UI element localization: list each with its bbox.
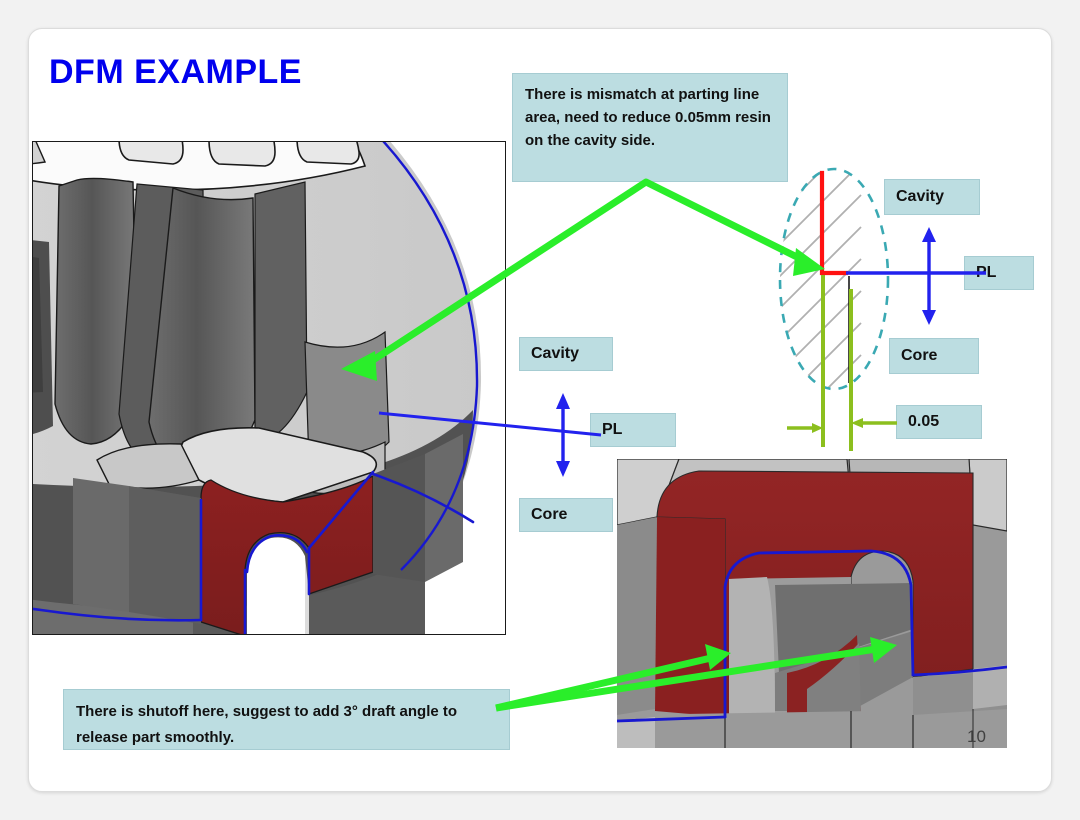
right-pl-arrowheads <box>922 227 936 325</box>
section-highlight-ellipse <box>778 167 890 391</box>
label-dimension-005: 0.05 <box>896 405 982 439</box>
mismatch-callout: There is mismatch at parting line area, … <box>512 73 788 182</box>
label-cavity-right: Cavity <box>884 179 980 215</box>
detail-part-image <box>617 459 1007 748</box>
shutoff-callout: There is shutoff here, suggest to add 3°… <box>63 689 510 750</box>
slide-card: DFM EXAMPLE There is mismatch at parting… <box>28 28 1052 792</box>
dimension-arrows <box>787 418 897 433</box>
dimension-witness-lines <box>821 275 853 451</box>
mismatch-profile-line <box>819 170 849 276</box>
detail-part-render <box>617 459 1007 748</box>
label-pl-right: PL <box>964 256 1034 290</box>
main-part-image <box>32 141 506 635</box>
label-core-left: Core <box>519 498 613 532</box>
label-cavity-left: Cavity <box>519 337 613 371</box>
main-part-render <box>33 142 505 634</box>
slide-canvas: DFM EXAMPLE There is mismatch at parting… <box>29 29 1051 791</box>
page-number: 10 <box>967 727 986 746</box>
label-pl-left: PL <box>590 413 676 447</box>
page-title: DFM EXAMPLE <box>49 53 302 91</box>
label-core-right: Core <box>889 338 979 374</box>
